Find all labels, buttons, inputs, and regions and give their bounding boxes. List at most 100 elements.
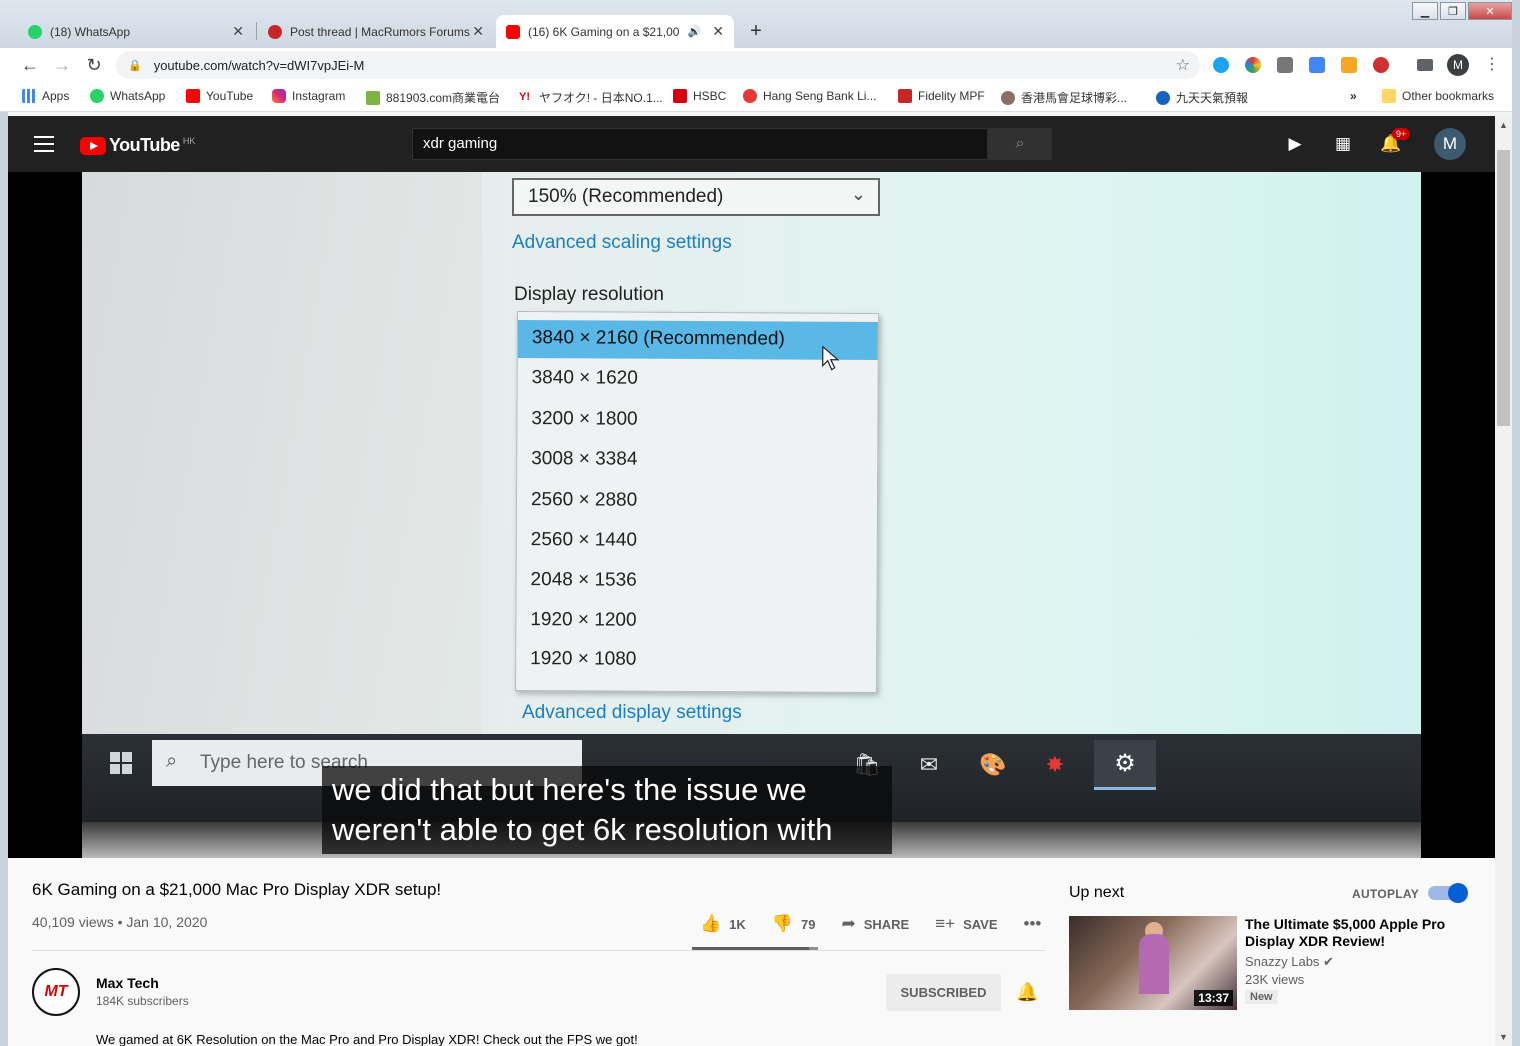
close-icon[interactable]: ✕: [712, 23, 724, 40]
apps-icon[interactable]: ▦: [1332, 134, 1354, 154]
other-bookmarks[interactable]: Other bookmarks: [1382, 89, 1494, 103]
extension-icon[interactable]: [1341, 57, 1357, 73]
video-frame: 150% (Recommended) ⌄ Advanced scaling se…: [82, 172, 1421, 858]
recommended-thumbnail[interactable]: 13:37: [1069, 916, 1237, 1010]
tab-whatsapp[interactable]: (18) WhatsApp ✕: [18, 15, 254, 48]
bookmark-hsbc[interactable]: HSBC: [673, 89, 726, 103]
chat-extension-icon[interactable]: [1277, 57, 1293, 73]
bookmark-weather[interactable]: 九天天氣預報: [1156, 89, 1248, 106]
bookmark-hangseng[interactable]: Hang Seng Bank Li...: [743, 89, 876, 103]
instagram-icon: [272, 89, 286, 103]
lock-icon: 🔒: [128, 59, 142, 72]
save-label: SAVE: [963, 916, 998, 932]
translate-icon[interactable]: [1309, 57, 1325, 73]
tab-strip: (18) WhatsApp ✕ Post thread | MacRumors …: [0, 0, 1520, 48]
tab-label: Post thread | MacRumors Forums: [290, 24, 470, 39]
save-button[interactable]: ≡+ SAVE: [935, 914, 997, 934]
resolution-list: 3840 × 2160 (Recommended) 3840 × 1620 32…: [515, 311, 879, 693]
mouse-cursor-icon: [822, 345, 840, 371]
channel-avatar[interactable]: MT: [32, 968, 80, 1016]
address-bar[interactable]: 🔒 youtube.com/watch?v=dWI7vpJEi-M ☆: [116, 51, 1200, 79]
resolution-option: 2560 × 2880: [530, 489, 638, 511]
notification-badge: 9+: [1392, 128, 1411, 140]
subscribed-button[interactable]: SUBSCRIBED: [886, 974, 1001, 1011]
up-next-heading: Up next: [1069, 884, 1125, 901]
bookmark-label: ヤフオク! - 日本NO.1...: [539, 91, 663, 105]
more-actions-button[interactable]: •••: [1024, 914, 1050, 934]
account-avatar[interactable]: M: [1434, 128, 1466, 160]
hangseng-icon: [743, 89, 757, 103]
divider: [32, 950, 1045, 951]
thumbs-down-icon: 👎: [771, 914, 793, 933]
chrome-menu-icon[interactable]: ⋮: [1484, 54, 1500, 74]
bookmarks-overflow-icon[interactable]: »: [1350, 89, 1357, 103]
bookmark-881903[interactable]: 881903.com商業電台: [366, 89, 500, 106]
bookmark-label: Fidelity MPF: [918, 89, 985, 103]
whatsapp-icon: [90, 89, 104, 103]
profile-avatar[interactable]: M: [1447, 54, 1469, 76]
page-scrollbar[interactable]: ▲ ▼: [1495, 116, 1512, 1046]
bookmark-apps[interactable]: Apps: [22, 89, 69, 103]
scale-value: 150% (Recommended): [528, 186, 724, 207]
video-title: 6K Gaming on a $21,000 Mac Pro Display X…: [32, 880, 442, 899]
autoplay-toggle[interactable]: [1428, 883, 1468, 903]
notification-bell-icon[interactable]: 🔔: [1016, 982, 1038, 1003]
advanced-scaling-link: Advanced scaling settings: [512, 232, 732, 253]
forward-button[interactable]: →: [52, 55, 72, 75]
video-description: We gamed at 6K Resolution on the Mac Pro…: [96, 1032, 638, 1046]
radio-icon: [366, 90, 380, 105]
menu-icon[interactable]: [34, 136, 54, 152]
search-button[interactable]: ⌕: [988, 128, 1052, 160]
create-video-icon[interactable]: ▶︎: [1284, 134, 1306, 154]
search-input[interactable]: xdr gaming: [412, 128, 988, 160]
video-player[interactable]: 150% (Recommended) ⌄ Advanced scaling se…: [8, 172, 1495, 858]
search-icon: ⌕: [1015, 135, 1025, 152]
bookmark-whatsapp[interactable]: WhatsApp: [90, 89, 165, 103]
more-dots-icon: •••: [1023, 914, 1042, 933]
mail-icon: ✉: [919, 752, 939, 777]
minimize-button[interactable]: ▁: [1412, 2, 1438, 20]
maximize-button[interactable]: ❐: [1440, 2, 1466, 20]
tab-macrumors[interactable]: Post thread | MacRumors Forums ✕: [258, 15, 494, 48]
dislike-button[interactable]: 👎 79: [772, 914, 816, 934]
bookmark-youtube[interactable]: YouTube: [186, 89, 253, 103]
bookmark-yahoo-auction[interactable]: Y! ヤフオク! - 日本NO.1...: [519, 89, 663, 106]
tab-youtube[interactable]: (16) 6K Gaming on a $21,00 🔊 ✕: [496, 15, 734, 48]
close-window-button[interactable]: ✕: [1468, 2, 1512, 20]
recommended-title[interactable]: The Ultimate $5,000 Apple Pro Display XD…: [1245, 916, 1465, 950]
bookmark-fidelity[interactable]: Fidelity MPF: [898, 89, 985, 103]
extension-icon[interactable]: [1245, 57, 1261, 73]
subscriber-count: 184K subscribers: [96, 994, 189, 1008]
bookmark-instagram[interactable]: Instagram: [272, 89, 345, 103]
hsbc-icon: [673, 89, 687, 103]
scrollbar-thumb[interactable]: [1497, 150, 1510, 426]
channel-name[interactable]: Max Tech: [96, 975, 159, 991]
bookmark-label: WhatsApp: [110, 89, 166, 103]
scroll-up-arrow-icon[interactable]: ▲: [1499, 120, 1508, 130]
new-tab-button[interactable]: +: [744, 19, 768, 43]
youtube-logo[interactable]: YouTube HK: [80, 135, 195, 156]
bookmark-star-icon[interactable]: ☆: [1176, 55, 1190, 75]
close-icon[interactable]: ✕: [472, 23, 484, 40]
autoplay-label: AUTOPLAY: [1352, 887, 1420, 901]
share-button[interactable]: ➦ SHARE: [841, 914, 909, 934]
tab-separator: [256, 22, 257, 40]
bookmark-jockey-club[interactable]: 香港馬會足球博彩...: [1001, 89, 1127, 106]
bookmark-label: 881903.com商業電台: [386, 91, 501, 105]
region-code: HK: [182, 135, 196, 146]
adblock-icon[interactable]: [1373, 57, 1389, 73]
share-label: SHARE: [863, 916, 910, 932]
close-icon[interactable]: ✕: [232, 23, 244, 40]
recommended-channel[interactable]: Snazzy Labs ✔: [1245, 954, 1334, 970]
speaker-icon[interactable]: 🔊: [687, 25, 701, 38]
like-button[interactable]: 👍 1K: [700, 914, 746, 934]
scale-dropdown: 150% (Recommended) ⌄: [512, 178, 880, 216]
scroll-down-arrow-icon[interactable]: ▼: [1499, 1032, 1508, 1042]
back-button[interactable]: ←: [20, 55, 40, 75]
skype-icon[interactable]: [1213, 57, 1229, 73]
resolution-option: 3200 × 1800: [531, 408, 638, 430]
media-controls-icon[interactable]: [1417, 59, 1433, 71]
fidelity-icon: [898, 89, 912, 103]
reload-button[interactable]: ↻: [84, 55, 104, 75]
video-actions: 👍 1K 👎 79 ➦ SHARE ≡+ SAVE •••: [700, 914, 1075, 934]
